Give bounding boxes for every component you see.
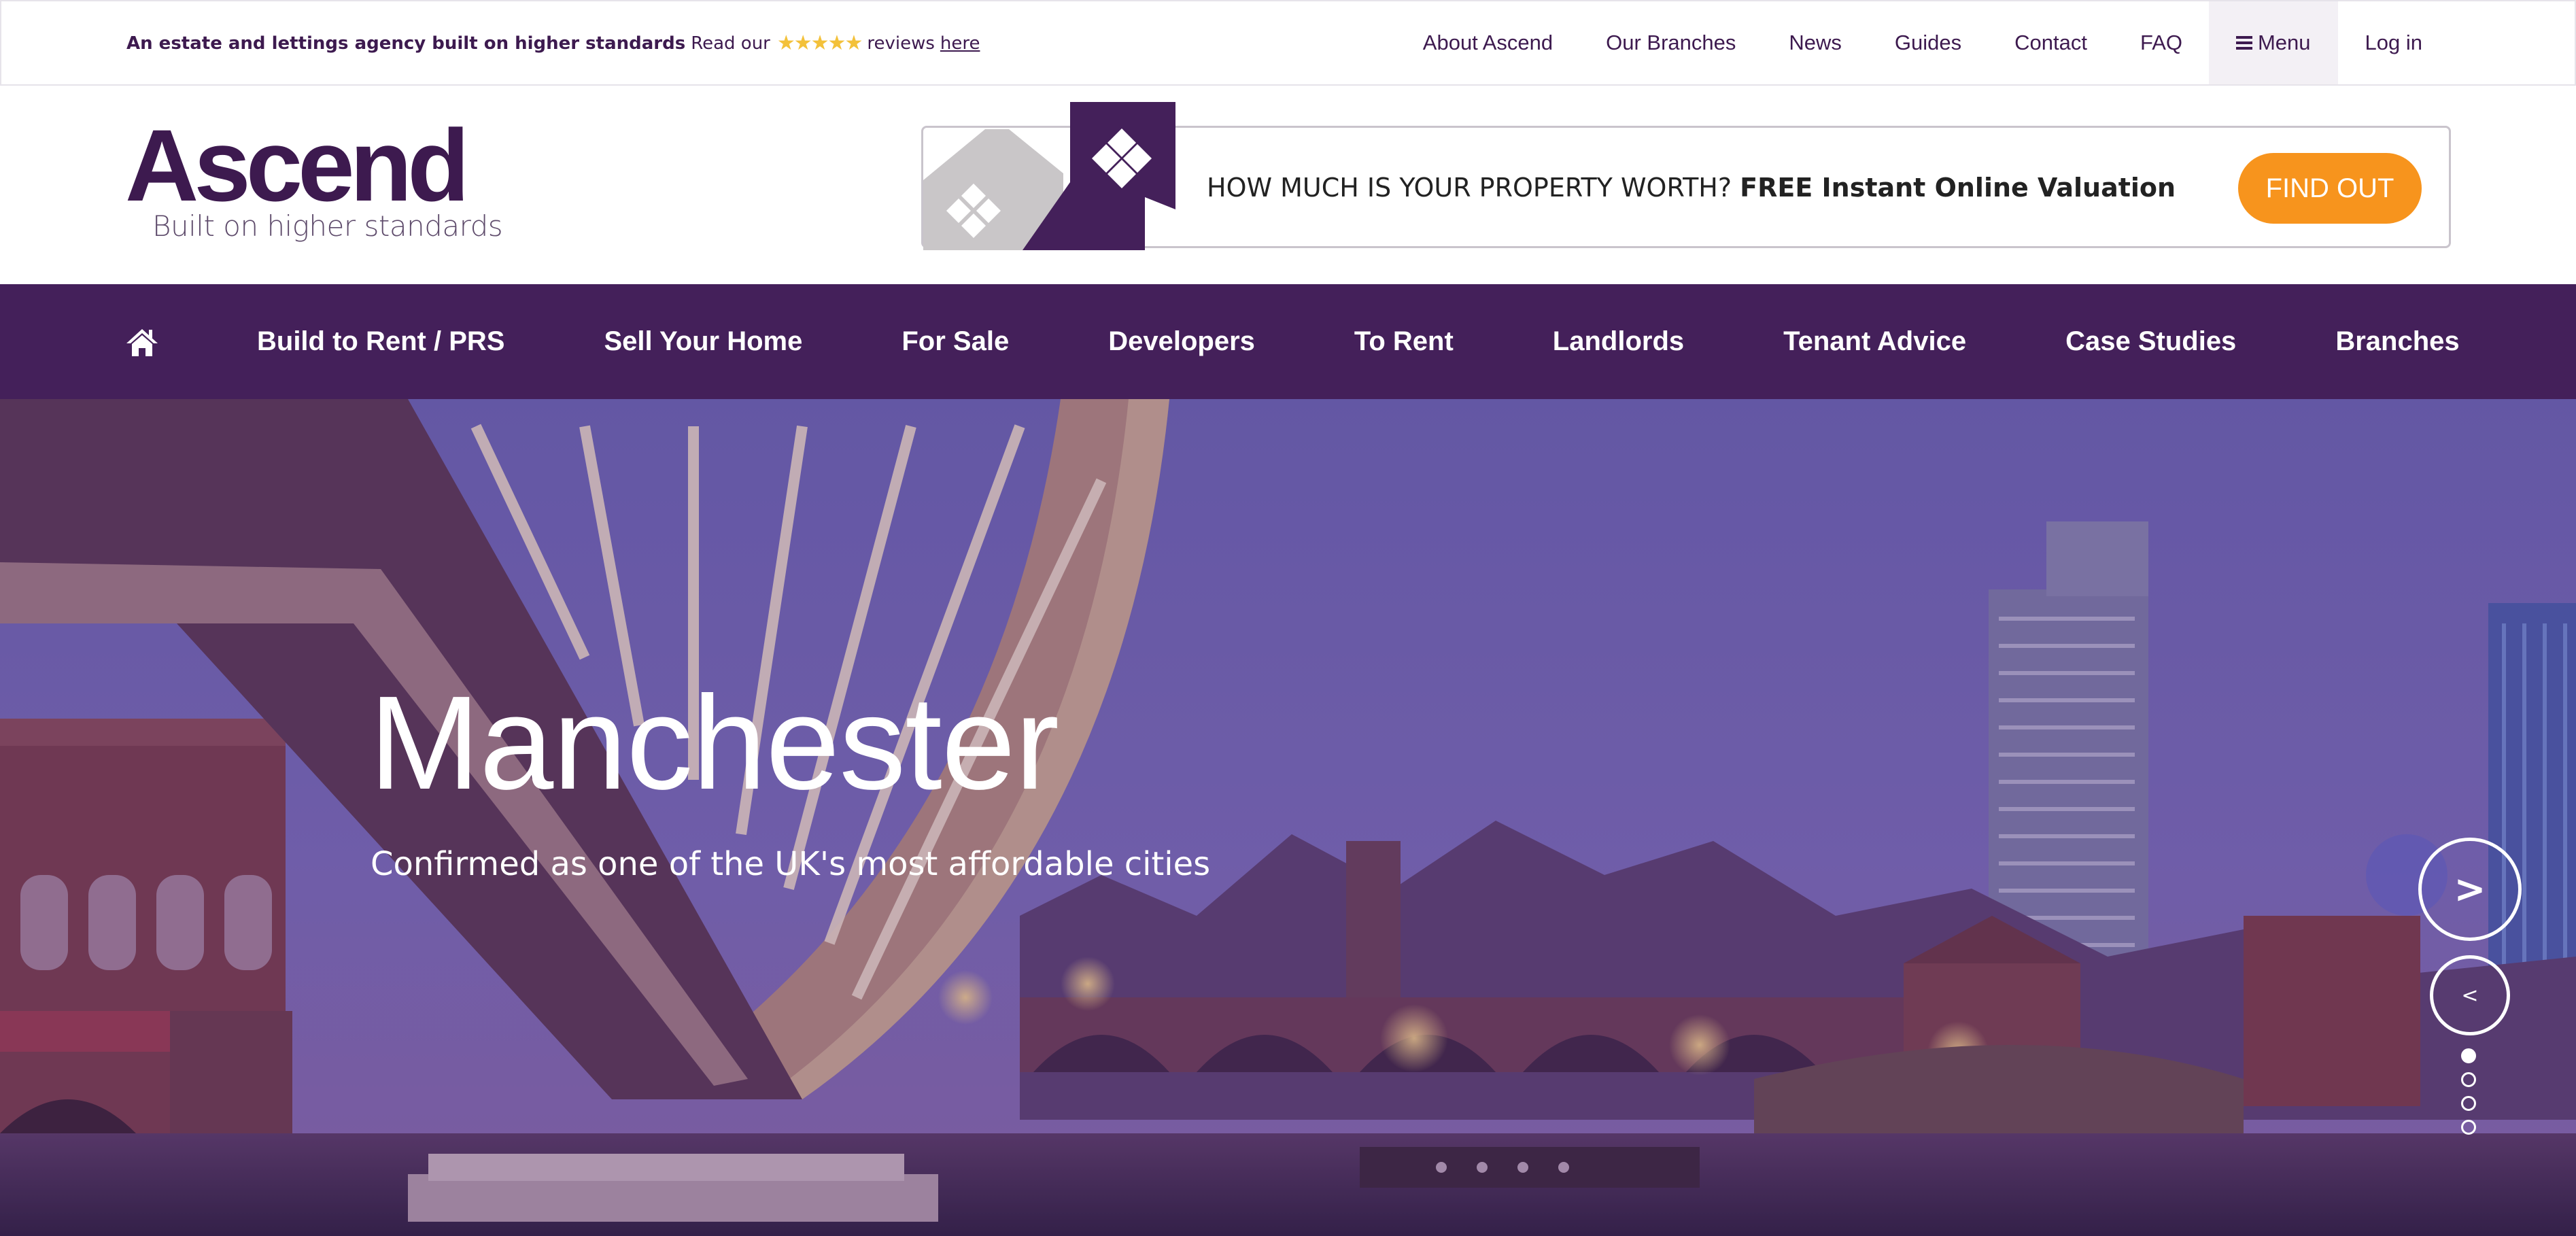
home-icon[interactable] <box>125 325 159 359</box>
hero-slider: Manchester Confirmed as one of the UK's … <box>0 399 2576 1236</box>
valuation-text: HOW MUCH IS YOUR PROPERTY WORTH? FREE In… <box>1207 173 2176 203</box>
login-link[interactable]: Log in <box>2338 1 2575 84</box>
read-our-text: Read our <box>691 33 770 54</box>
hero-title: Manchester <box>369 668 1059 817</box>
nav-sell-your-home[interactable]: Sell Your Home <box>604 326 802 357</box>
nav-case-studies[interactable]: Case Studies <box>2065 326 2236 357</box>
valuation-question: HOW MUCH IS YOUR PROPERTY WORTH? <box>1207 173 1732 203</box>
faq-link[interactable]: FAQ <box>2114 1 2209 84</box>
slider-dot-3[interactable] <box>2461 1096 2476 1111</box>
logo-wordmark: Ascend <box>125 108 470 222</box>
about-link[interactable]: About Ascend <box>1396 1 1579 84</box>
menu-label: Menu <box>2257 31 2311 54</box>
star-rating-icon: ★★★★★ <box>776 31 863 55</box>
utility-nav: About Ascend Our Branches News Guides Co… <box>1396 1 2575 87</box>
top-bar: An estate and lettings agency built on h… <box>0 0 2576 86</box>
find-out-button[interactable]: FIND OUT <box>2238 153 2422 224</box>
slider-next-button[interactable]: > <box>2418 838 2522 941</box>
slider-dot-4[interactable] <box>2461 1120 2476 1135</box>
hero-subtitle: Confirmed as one of the UK's most afford… <box>371 845 1211 883</box>
menu-button[interactable]: Menu <box>2208 1 2338 84</box>
hero-image <box>0 399 2576 1236</box>
contact-link[interactable]: Contact <box>1988 1 2114 84</box>
news-link[interactable]: News <box>1762 1 1868 84</box>
our-branches-link[interactable]: Our Branches <box>1579 1 1762 84</box>
reviews-link[interactable]: here <box>940 33 980 54</box>
valuation-offer: FREE Instant Online Valuation <box>1740 173 2176 203</box>
main-nav: Build to Rent / PRS Sell Your Home For S… <box>0 284 2576 399</box>
logo-tagline: Built on higher standards <box>152 209 503 243</box>
guides-link[interactable]: Guides <box>1868 1 1988 84</box>
slider-dots <box>2461 1048 2476 1144</box>
nav-branches[interactable]: Branches <box>2335 326 2459 357</box>
nav-developers[interactable]: Developers <box>1108 326 1255 357</box>
ascend-logo[interactable]: Ascend Built on higher standards <box>125 108 503 250</box>
tagline-text: An estate and lettings agency built on h… <box>126 33 686 54</box>
nav-to-rent[interactable]: To Rent <box>1354 326 1454 357</box>
valuation-banner[interactable]: HOW MUCH IS YOUR PROPERTY WORTH? FREE In… <box>921 102 2451 250</box>
slider-dot-2[interactable] <box>2461 1072 2476 1087</box>
menu-icon <box>2235 36 2252 50</box>
reviews-text: reviews <box>867 33 935 54</box>
slider-dot-1[interactable] <box>2461 1048 2476 1063</box>
nav-tenant-advice[interactable]: Tenant Advice <box>1783 326 1966 357</box>
nav-landlords[interactable]: Landlords <box>1553 326 1684 357</box>
house-diamond-icon <box>923 102 1175 250</box>
tagline: An estate and lettings agency built on h… <box>126 31 980 55</box>
slider-prev-button[interactable]: < <box>2430 955 2510 1035</box>
nav-build-to-rent[interactable]: Build to Rent / PRS <box>257 326 504 357</box>
nav-for-sale[interactable]: For Sale <box>901 326 1009 357</box>
